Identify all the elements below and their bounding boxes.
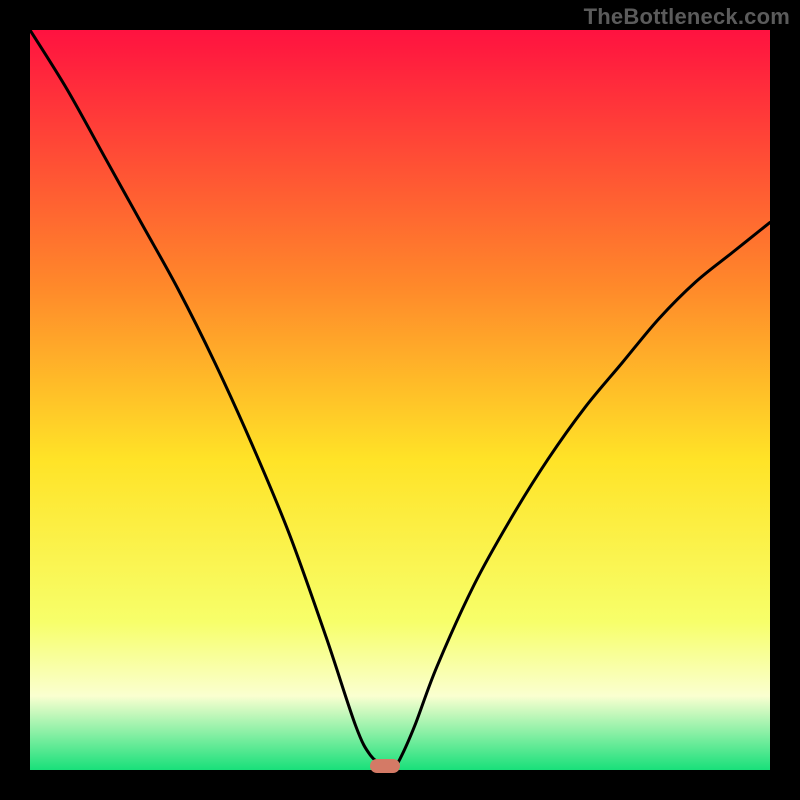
optimum-marker [370, 759, 400, 773]
curve-layer [30, 30, 770, 770]
plot-area [30, 30, 770, 770]
watermark-text: TheBottleneck.com [584, 4, 790, 30]
chart-stage: TheBottleneck.com [0, 0, 800, 800]
bottleneck-curve [30, 30, 770, 769]
